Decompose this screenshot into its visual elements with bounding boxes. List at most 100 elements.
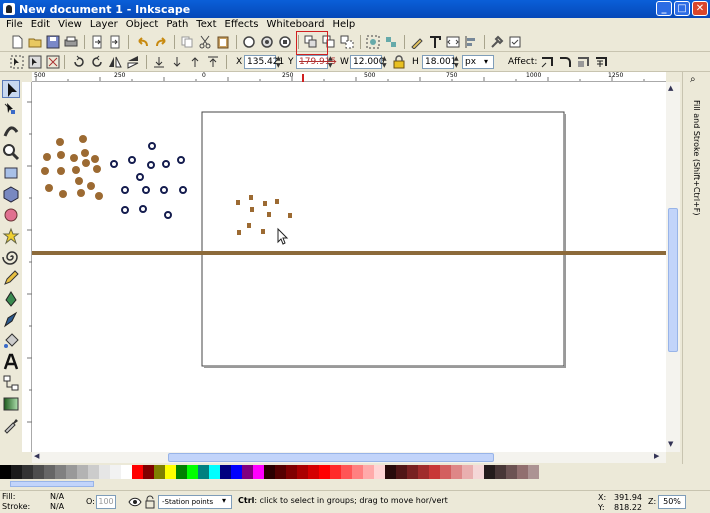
color-swatch[interactable] [275, 465, 286, 479]
vertical-scrollbar[interactable]: ▲ ▼ [666, 82, 680, 452]
color-swatch[interactable] [495, 465, 506, 479]
print-icon[interactable] [64, 35, 78, 49]
pen-tool-icon[interactable] [2, 290, 20, 308]
3d-box-tool-icon[interactable] [2, 185, 20, 203]
navy-ring[interactable] [110, 160, 118, 168]
tweak-tool-icon[interactable] [2, 122, 20, 140]
connector-tool-icon[interactable] [2, 374, 20, 392]
color-swatch[interactable] [198, 465, 209, 479]
palette-scroll-thumb[interactable] [10, 481, 94, 487]
unlink-clone-icon[interactable] [340, 35, 354, 49]
brown-dot[interactable] [93, 165, 101, 173]
h-field[interactable]: 18.001 [422, 55, 457, 69]
eye-icon[interactable] [128, 495, 142, 509]
navy-ring[interactable] [121, 206, 129, 214]
menu-effects[interactable]: Effects [221, 18, 263, 32]
color-swatch[interactable] [110, 465, 121, 479]
canvas-drawing[interactable] [32, 82, 666, 452]
navy-ring[interactable] [128, 156, 136, 164]
gradient-tool-icon[interactable] [2, 395, 20, 413]
color-swatch[interactable] [33, 465, 44, 479]
brown-dot[interactable] [81, 149, 89, 157]
calligraphy-tool-icon[interactable] [2, 311, 20, 329]
brown-square[interactable] [237, 230, 241, 235]
color-swatch[interactable] [0, 465, 11, 479]
drawing-canvas[interactable] [32, 82, 666, 452]
brown-dot[interactable] [57, 151, 65, 159]
zoom-drawing-icon[interactable] [260, 35, 274, 49]
brown-square[interactable] [275, 199, 279, 204]
color-swatch[interactable] [264, 465, 275, 479]
color-swatch[interactable] [341, 465, 352, 479]
color-swatch[interactable] [451, 465, 462, 479]
color-swatch[interactable] [418, 465, 429, 479]
w-spinner[interactable]: ▲ ▼ [382, 55, 388, 69]
color-swatch[interactable] [242, 465, 253, 479]
brown-dot[interactable] [77, 189, 85, 197]
color-swatch[interactable] [66, 465, 77, 479]
navy-ring[interactable] [148, 142, 156, 150]
navy-rings-cluster[interactable] [110, 142, 187, 219]
ellipse-tool-icon[interactable] [2, 206, 20, 224]
brown-square[interactable] [288, 213, 292, 218]
menu-help[interactable]: Help [328, 18, 359, 32]
text-tool-icon[interactable] [2, 353, 20, 371]
navy-ring[interactable] [121, 186, 129, 194]
close-button[interactable]: ✕ [692, 1, 708, 16]
color-swatch[interactable] [429, 465, 440, 479]
flip-horizontal-icon[interactable] [108, 55, 122, 69]
brown-dot[interactable] [43, 153, 51, 161]
color-swatch[interactable] [352, 465, 363, 479]
color-swatch[interactable] [473, 465, 484, 479]
navy-ring[interactable] [147, 161, 155, 169]
brown-dot[interactable] [79, 135, 87, 143]
palette-scrollbar[interactable] [0, 480, 710, 488]
color-swatch[interactable] [319, 465, 330, 479]
node-tool-icon[interactable] [2, 101, 20, 119]
color-swatch[interactable] [99, 465, 110, 479]
paste-icon[interactable] [216, 35, 230, 49]
menu-view[interactable]: View [54, 18, 86, 32]
color-swatch[interactable] [363, 465, 374, 479]
brown-square[interactable] [267, 212, 271, 217]
brown-dots-cluster[interactable] [41, 135, 103, 200]
paint-bucket-tool-icon[interactable] [2, 332, 20, 350]
rotate-cw-icon[interactable] [90, 55, 104, 69]
text-font-icon[interactable] [428, 35, 442, 49]
scroll-down-icon[interactable]: ▼ [668, 440, 673, 448]
selector-tool-icon[interactable] [2, 80, 20, 98]
zoom-field[interactable]: 50% [658, 495, 686, 509]
brown-dot[interactable] [87, 182, 95, 190]
menu-text[interactable]: Text [192, 18, 220, 32]
color-swatch[interactable] [209, 465, 220, 479]
brown-dot[interactable] [59, 190, 67, 198]
zoom-corner-icon[interactable]: ⌕ [690, 74, 696, 85]
pencil-tool-icon[interactable] [2, 269, 20, 287]
brown-dot[interactable] [75, 177, 83, 185]
select-all-icon[interactable] [10, 55, 24, 69]
navy-ring[interactable] [142, 186, 150, 194]
color-swatch[interactable] [220, 465, 231, 479]
brown-dot[interactable] [57, 167, 65, 175]
brown-dot[interactable] [70, 154, 78, 162]
zoom-page-icon[interactable] [278, 35, 292, 49]
scale-stroke-icon[interactable] [540, 55, 554, 69]
brown-square[interactable] [250, 207, 254, 212]
menu-layer[interactable]: Layer [86, 18, 122, 32]
navy-ring[interactable] [160, 186, 168, 194]
color-swatch[interactable] [407, 465, 418, 479]
menu-whiteboard[interactable]: Whiteboard [263, 18, 329, 32]
brown-square[interactable] [247, 223, 251, 228]
color-swatch[interactable] [517, 465, 528, 479]
dropper-tool-icon[interactable] [2, 416, 20, 434]
lower-icon[interactable] [170, 55, 184, 69]
color-swatch[interactable] [55, 465, 66, 479]
color-swatch[interactable] [88, 465, 99, 479]
raise-to-top-icon[interactable] [206, 55, 220, 69]
color-swatch[interactable] [308, 465, 319, 479]
redo-icon[interactable] [154, 35, 168, 49]
horizontal-scroll-thumb[interactable] [168, 453, 494, 462]
color-swatch[interactable] [253, 465, 264, 479]
copy-icon[interactable] [180, 35, 194, 49]
zoom-tool-icon[interactable] [2, 143, 20, 161]
